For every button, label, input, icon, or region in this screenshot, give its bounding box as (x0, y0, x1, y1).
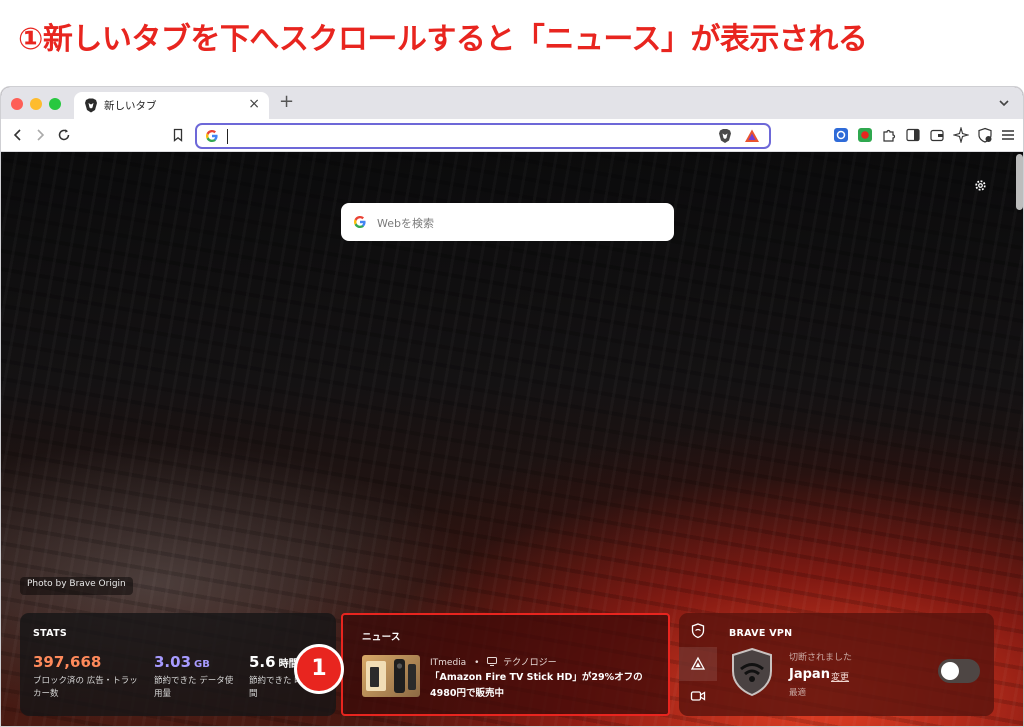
widget-switcher (679, 613, 717, 716)
stat-bandwidth-saved: 3.03 GB 節約できた データ使用量 (154, 653, 234, 701)
vpn-shield-icon[interactable] (977, 127, 993, 143)
brave-shields-icon[interactable] (717, 128, 733, 144)
news-separator: • (474, 658, 480, 668)
step-badge: 1 (294, 644, 344, 694)
stat-ads-blocked: 397,668 ブロック済の 広告・トラッカー数 (33, 653, 145, 701)
stat-value: 397,668 (33, 653, 102, 671)
news-meta: ITmedia • テクノロジー (430, 655, 557, 668)
address-bar[interactable] (195, 123, 771, 149)
new-tab-button[interactable]: + (279, 91, 294, 112)
text-caret (227, 129, 228, 144)
zoom-window-button[interactable] (49, 98, 61, 110)
tab-new-tab[interactable]: 新しいタブ × (74, 92, 269, 119)
minimize-window-button[interactable] (30, 98, 42, 110)
tab-title: 新しいタブ (104, 100, 157, 112)
photo-credit[interactable]: Photo by Brave Origin (20, 577, 133, 595)
stat-desc: 節約できた データ使用量 (154, 676, 234, 699)
vpn-region: Japan (789, 667, 830, 682)
gear-icon[interactable] (973, 178, 988, 193)
vpn-wifi-shield-icon (732, 647, 772, 697)
stat-desc: ブロック済の 広告・トラッカー数 (33, 676, 138, 699)
news-headline[interactable]: 「Amazon Fire TV Stick HD」が29%オフの4980円で販売… (430, 670, 658, 702)
google-icon (354, 216, 366, 228)
stats-card: STATS 397,668 ブロック済の 広告・トラッカー数 3.03 GB 節約… (20, 613, 336, 716)
back-icon[interactable] (11, 128, 25, 142)
stats-title: STATS (33, 628, 68, 639)
fire-tv-stick-image (366, 659, 416, 693)
vpn-server-optimal: 最適 (789, 688, 807, 698)
category-monitor-icon (487, 657, 498, 666)
news-thumbnail[interactable] (362, 655, 420, 697)
instruction-heading: ①新しいタブを下へスクロールすると「ニュース」が表示される (18, 22, 868, 57)
vpn-toggle[interactable] (938, 659, 980, 683)
vpn-toggle-knob (941, 662, 959, 680)
news-source: ITmedia (430, 658, 467, 668)
tab-strip: 新しいタブ × + (1, 87, 1023, 119)
vpn-title: BRAVE VPN (729, 628, 793, 639)
extensions-puzzle-icon[interactable] (881, 127, 897, 143)
wallet-icon[interactable] (929, 127, 945, 143)
vpn-widget-icon[interactable] (688, 621, 708, 641)
brave-rewards-icon[interactable] (744, 128, 760, 144)
new-tab-page: Webを検索 Photo by Brave Origin STATS 397,6… (1, 152, 1023, 726)
forward-icon[interactable] (33, 128, 47, 142)
browser-window: 新しいタブ × + Webを検索 Photo by Brave Origin S… (0, 86, 1024, 727)
menu-icon[interactable] (1000, 127, 1016, 143)
reload-icon[interactable] (57, 128, 71, 142)
bookmark-icon[interactable] (171, 128, 185, 142)
close-window-button[interactable] (11, 98, 23, 110)
sidebar-icon[interactable] (905, 127, 921, 143)
talk-widget-icon[interactable] (688, 686, 708, 706)
stat-value: 3.03 GB (154, 653, 210, 671)
news-title: ニュース (362, 632, 401, 643)
address-input[interactable] (229, 127, 709, 145)
web-search-box[interactable]: Webを検索 (341, 203, 674, 241)
close-tab-icon[interactable]: × (248, 96, 260, 112)
search-placeholder: Webを検索 (377, 217, 434, 230)
extension-green-icon[interactable] (857, 127, 873, 143)
news-category: テクノロジー (503, 658, 557, 668)
stat-unit: GB (194, 659, 210, 670)
news-card[interactable]: ニュース ITmedia • テクノロジー 「Amazon Fire TV St… (341, 613, 670, 716)
rewards-widget-icon[interactable] (688, 654, 708, 674)
vpn-change-link[interactable]: 変更 (831, 670, 849, 683)
scrollbar[interactable] (1016, 154, 1023, 210)
brave-lion-icon (85, 98, 97, 113)
vpn-card: BRAVE VPN 切断されました Japan 変更 最適 (679, 613, 994, 716)
vpn-status: 切断されました (789, 653, 853, 663)
google-icon (206, 130, 218, 142)
leo-ai-icon[interactable] (953, 127, 969, 143)
extension-blue-icon[interactable] (833, 127, 849, 143)
toolbar (1, 119, 1023, 152)
chevron-down-icon[interactable] (997, 96, 1011, 110)
